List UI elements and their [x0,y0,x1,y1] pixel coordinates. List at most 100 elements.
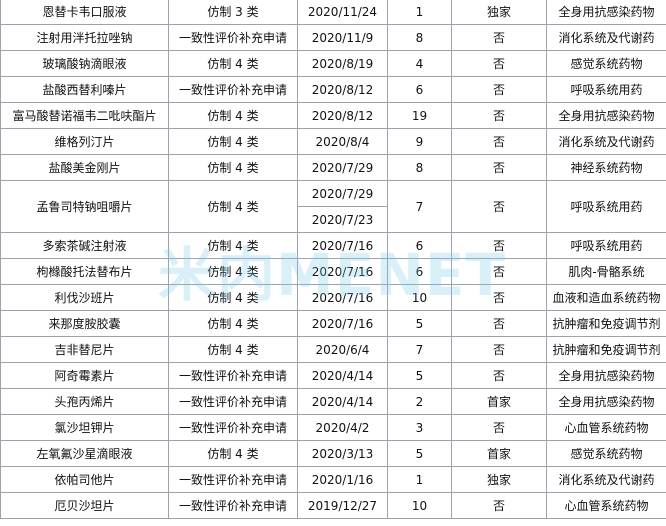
registration-type-cell: 仿制 4 类 [168,154,298,181]
therapeutic-category-cell: 全身用抗感染药物 [546,362,666,389]
therapeutic-category-cell: 消化系统及代谢药 [546,24,666,51]
approval-date-cell: 2019/12/27 [297,492,388,519]
table-row: 厄贝沙坦片 一致性评价补充申请 2019/12/27 10 否心血管系统药物 [0,492,666,519]
approval-date-cell: 2020/7/16 [297,258,388,285]
drug-name-cell: 来那度胺胶囊 [0,310,169,337]
applicant-count-cell: 1 [387,466,452,493]
first-approval-cell: 独家 [451,466,547,493]
drug-name-cell: 盐酸美金刚片 [0,154,169,181]
first-approval-cell: 否 [451,362,547,389]
applicant-count-cell: 9 [387,128,452,155]
registration-type-cell: 仿制 4 类 [168,50,298,77]
first-approval-cell: 否 [451,102,547,129]
approval-date-cell: 2020/3/13 [297,440,388,467]
registration-type-cell: 一致性评价补充申请 [168,414,298,441]
approval-date-cell: 2020/4/14 [297,362,388,389]
table-row: 来那度胺胶囊 仿制 4 类 2020/7/16 5 否抗肿瘤和免疫调节剂 [0,310,666,337]
registration-type-cell: 仿制 4 类 [168,128,298,155]
registration-type-cell: 一致性评价补充申请 [168,388,298,415]
therapeutic-category-cell: 肌肉-骨骼系统 [546,258,666,285]
therapeutic-category-cell: 血液和造血系统药物 [546,284,666,311]
first-approval-cell: 否 [451,284,547,311]
therapeutic-category-cell: 消化系统及代谢药 [546,128,666,155]
registration-type-cell: 仿制 4 类 [168,336,298,363]
applicant-count-cell: 3 [387,414,452,441]
table-row: 盐酸西替利嗪片 一致性评价补充申请 2020/8/12 6 否呼吸系统用药 [0,76,666,103]
table-row: 枸橼酸托法替布片 仿制 4 类 2020/7/16 6 否肌肉-骨骼系统 [0,258,666,285]
applicant-count-cell: 8 [387,24,452,51]
drug-name-cell: 氯沙坦钾片 [0,414,169,441]
applicant-count-cell: 7 [387,336,452,363]
registration-type-cell: 一致性评价补充申请 [168,24,298,51]
registration-type-cell: 仿制 4 类 [168,232,298,259]
table-row: 阿奇霉素片 一致性评价补充申请 2020/4/14 5 否全身用抗感染药物 [0,362,666,389]
applicant-count-cell: 6 [387,232,452,259]
registration-type-cell: 一致性评价补充申请 [168,362,298,389]
approval-date-cell: 2020/7/29 [297,154,388,181]
table-row: 孟鲁司特钠咀嚼片 仿制 4 类 2020/7/29 7 否呼吸系统用药 [0,180,666,233]
first-approval-cell: 否 [451,492,547,519]
table-row: 多索茶碱注射液 仿制 4 类 2020/7/16 6 否呼吸系统用药 [0,232,666,259]
approval-date-cell: 2020/4/14 [297,388,388,415]
therapeutic-category-cell: 感觉系统药物 [546,50,666,77]
table-row: 注射用泮托拉唑钠 一致性评价补充申请 2020/11/9 8 否消化系统及代谢药 [0,24,666,51]
approval-date-cell: 2020/7/16 [297,232,388,259]
drug-name-cell: 吉非替尼片 [0,336,169,363]
first-approval-cell: 首家 [451,388,547,415]
therapeutic-category-cell: 抗肿瘤和免疫调节剂 [546,336,666,363]
therapeutic-category-cell: 抗肿瘤和免疫调节剂 [546,310,666,337]
registration-type-cell: 仿制 4 类 [168,180,298,233]
table-row: 维格列汀片 仿制 4 类 2020/8/4 9 否消化系统及代谢药 [0,128,666,155]
approval-date-cell: 2020/4/2 [297,414,388,441]
applicant-count-cell: 1 [387,0,452,25]
first-approval-cell: 否 [451,76,547,103]
therapeutic-category-cell: 消化系统及代谢药 [546,466,666,493]
first-approval-cell: 否 [451,154,547,181]
approval-date-cell: 2020/7/23 [297,206,388,233]
therapeutic-category-cell: 呼吸系统用药 [546,180,666,233]
applicant-count-cell: 10 [387,492,452,519]
drug-name-cell: 盐酸西替利嗪片 [0,76,169,103]
approval-date-cell: 2020/7/16 [297,284,388,311]
approval-date-cell: 2020/8/12 [297,76,388,103]
drug-name-cell: 多索茶碱注射液 [0,232,169,259]
registration-type-cell: 一致性评价补充申请 [168,466,298,493]
table-row: 富马酸替诺福韦二吡呋酯片 仿制 4 类 2020/8/12 19 否全身用抗感染药物 [0,102,666,129]
table-row: 恩替卡韦口服液 仿制 3 类 2020/11/24 1 独家 全身用抗感染药物 [0,0,666,25]
drug-name-cell: 枸橼酸托法替布片 [0,258,169,285]
therapeutic-category-cell: 心血管系统药物 [546,492,666,519]
registration-type-cell: 仿制 3 类 [168,0,298,25]
table-row: 盐酸美金刚片 仿制 4 类 2020/7/29 8 否神经系统药物 [0,154,666,181]
therapeutic-category-cell: 全身用抗感染药物 [546,0,666,25]
table-row: 依帕司他片 一致性评价补充申请 2020/1/16 1 独家 消化系统及代谢药 [0,466,666,493]
applicant-count-cell: 2 [387,388,452,415]
drug-name-cell: 孟鲁司特钠咀嚼片 [0,180,169,233]
registration-type-cell: 仿制 4 类 [168,440,298,467]
approval-date-cell: 2020/11/9 [297,24,388,51]
applicant-count-cell: 5 [387,440,452,467]
table-row: 利伐沙班片 仿制 4 类 2020/7/16 10 否血液和造血系统药物 [0,284,666,311]
table-row: 氯沙坦钾片 一致性评价补充申请 2020/4/2 3 否心血管系统药物 [0,414,666,441]
table-row: 玻璃酸钠滴眼液 仿制 4 类 2020/8/19 4 否感觉系统药物 [0,50,666,77]
approval-date-cell: 2020/7/29 [297,180,388,207]
therapeutic-category-cell: 全身用抗感染药物 [546,388,666,415]
drug-name-cell: 注射用泮托拉唑钠 [0,24,169,51]
drug-name-cell: 依帕司他片 [0,466,169,493]
first-approval-cell: 否 [451,414,547,441]
registration-type-cell: 一致性评价补充申请 [168,492,298,519]
first-approval-cell: 否 [451,50,547,77]
first-approval-cell: 否 [451,24,547,51]
first-approval-cell: 独家 [451,0,547,25]
registration-type-cell: 仿制 4 类 [168,284,298,311]
drug-name-cell: 利伐沙班片 [0,284,169,311]
approval-date-cell: 2020/8/4 [297,128,388,155]
table-row: 头孢丙烯片 一致性评价补充申请 2020/4/14 2 首家 全身用抗感染药物 [0,388,666,415]
drug-name-cell: 维格列汀片 [0,128,169,155]
therapeutic-category-cell: 全身用抗感染药物 [546,102,666,129]
drug-name-cell: 厄贝沙坦片 [0,492,169,519]
therapeutic-category-cell: 呼吸系统用药 [546,232,666,259]
approval-date-cell: 2020/8/19 [297,50,388,77]
first-approval-cell: 首家 [451,440,547,467]
table-body: 恩替卡韦口服液 仿制 3 类 2020/11/24 1 独家 全身用抗感染药物 注射用泮托拉… [0,0,666,519]
first-approval-cell: 否 [451,310,547,337]
